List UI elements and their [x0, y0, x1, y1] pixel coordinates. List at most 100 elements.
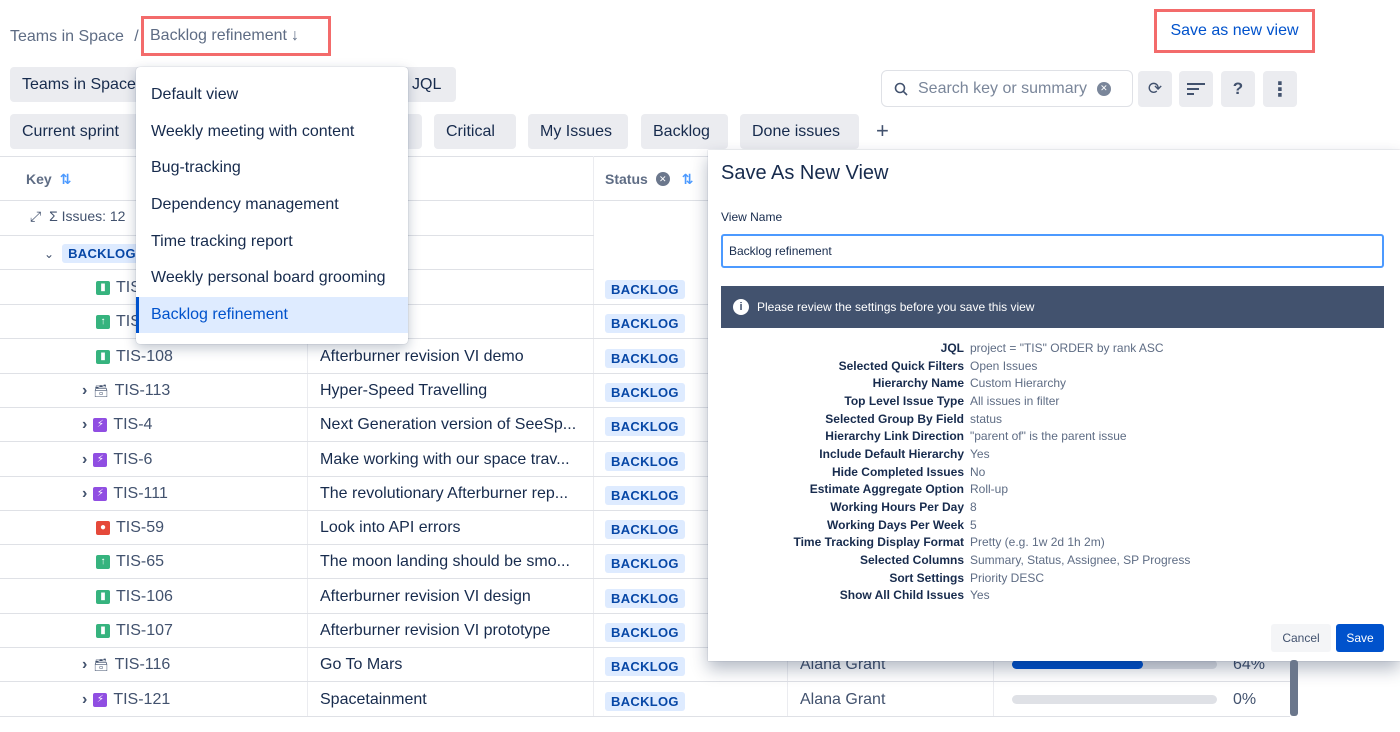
- issue-key-label: TIS-111: [113, 484, 168, 502]
- group-row-backlog[interactable]: ⌄ BACKLOG: [44, 244, 142, 263]
- setting-value: Pretty (e.g. 1w 2d 1h 2m): [970, 535, 1105, 550]
- setting-key: Hierarchy Link Direction: [825, 429, 964, 444]
- chevron-down-icon[interactable]: ⌄: [44, 247, 54, 261]
- issue-key[interactable]: › 🗃 TIS-116: [82, 656, 170, 674]
- status-badge: BACKLOG: [605, 691, 685, 711]
- sort-icon[interactable]: ⇅: [682, 171, 694, 188]
- chevron-right-icon[interactable]: ›: [82, 691, 87, 709]
- breadcrumb-root[interactable]: Teams in Space: [10, 28, 124, 45]
- quick-filter-backlog[interactable]: Backlog: [641, 114, 728, 149]
- column-header-key[interactable]: Key ⇅: [26, 158, 71, 200]
- issue-summary[interactable]: The moon landing should be smo...: [320, 553, 570, 571]
- epic-icon: ⚡: [93, 692, 108, 707]
- view-option-default[interactable]: Default view: [136, 77, 408, 113]
- issue-key[interactable]: ↑ TIS-65: [96, 553, 164, 571]
- expand-all-icon[interactable]: ⤢: [30, 208, 41, 224]
- issue-summary[interactable]: Hyper-Speed Travelling: [320, 382, 487, 400]
- scrollbar[interactable]: [1290, 660, 1298, 716]
- issue-key[interactable]: ▮ TIS-106: [96, 588, 173, 606]
- group-badge: BACKLOG: [62, 244, 142, 263]
- chevron-right-icon[interactable]: ›: [82, 485, 87, 503]
- issue-summary[interactable]: Spacetainment: [320, 691, 427, 709]
- view-option-dependency-management[interactable]: Dependency management: [136, 187, 408, 223]
- progress-bar: [1012, 660, 1217, 670]
- table-row[interactable]: ● TIS-59 Look into API errors BACKLOG: [0, 510, 710, 546]
- status-badge: BACKLOG: [605, 588, 685, 608]
- issue-summary[interactable]: Afterburner revision VI demo: [320, 348, 524, 366]
- issue-key[interactable]: ● TIS-59: [96, 519, 164, 537]
- issue-key-label: TIS-59: [116, 519, 165, 537]
- view-option-bug-tracking[interactable]: Bug-tracking: [136, 150, 408, 186]
- setting-row: JQL project = "TIS" ORDER by rank ASC: [721, 339, 1384, 357]
- issue-key[interactable]: › ⚡ TIS-111: [82, 485, 168, 503]
- more-options-button[interactable]: ⋮: [1263, 71, 1297, 107]
- info-icon: i: [733, 299, 749, 315]
- issue-summary[interactable]: Look into API errors: [320, 519, 461, 537]
- quick-filter-critical[interactable]: Critical: [434, 114, 516, 149]
- issue-summary[interactable]: Afterburner revision VI prototype: [320, 622, 550, 640]
- jql-pill[interactable]: JQL: [400, 67, 456, 102]
- table-row[interactable]: › ⚡ TIS-6 Make working with our space trav.…: [0, 442, 710, 477]
- issue-key[interactable]: ▮ TIS: [96, 279, 141, 297]
- quick-filter-label: Backlog: [653, 122, 710, 140]
- status-badge: BACKLOG: [605, 520, 685, 540]
- quick-filter-my-issues[interactable]: My Issues: [528, 114, 628, 149]
- cancel-button[interactable]: Cancel: [1271, 624, 1331, 652]
- sort-icon[interactable]: ⇅: [60, 171, 72, 188]
- view-option-time-tracking[interactable]: Time tracking report: [136, 224, 408, 260]
- table-row[interactable]: ↑ TIS-65 The moon landing should be smo...…: [0, 544, 710, 580]
- setting-key: JQL: [940, 340, 964, 355]
- issue-summary[interactable]: Next Generation version of SeeSp...: [320, 416, 576, 434]
- table-row[interactable]: ▮ TIS-106 Afterburner revision VI design BA…: [0, 579, 710, 614]
- view-option-weekly-meeting[interactable]: Weekly meeting with content: [136, 114, 408, 150]
- setting-row: Show All Child Issues Yes: [721, 587, 1384, 605]
- setting-key: Working Days Per Week: [827, 517, 964, 532]
- clear-search-icon[interactable]: ✕: [1096, 81, 1111, 96]
- chevron-right-icon[interactable]: ›: [82, 656, 87, 674]
- chevron-right-icon[interactable]: ›: [82, 382, 87, 400]
- save-as-new-view-button[interactable]: Save as new view: [1154, 9, 1315, 53]
- issue-key[interactable]: ▮ TIS-108: [96, 348, 173, 366]
- quick-filter-label: Current sprint: [22, 122, 119, 140]
- add-filter-icon[interactable]: +: [876, 118, 889, 144]
- table-row[interactable]: › ⚡ TIS-111 The revolutionary Afterburner r…: [0, 476, 710, 511]
- view-option-backlog-refinement[interactable]: Backlog refinement: [136, 297, 408, 333]
- sort-icon[interactable]: [1179, 71, 1213, 107]
- chevron-right-icon[interactable]: ›: [82, 451, 87, 469]
- issue-key-label: TIS-6: [113, 450, 153, 468]
- table-row[interactable]: › ⚡ TIS-4 Next Generation version of SeeSp.…: [0, 407, 710, 443]
- issue-key[interactable]: › ⚡ TIS-6: [82, 451, 152, 469]
- table-row[interactable]: ▮ TIS-107 Afterburner revision VI prototyp…: [0, 613, 710, 648]
- issue-summary[interactable]: Go To Mars: [320, 656, 402, 674]
- help-button[interactable]: ?: [1221, 71, 1255, 107]
- quick-filter-current-sprint[interactable]: Current sprint: [10, 114, 140, 149]
- issue-key[interactable]: › ⚡ TIS-121: [82, 691, 170, 709]
- view-name-input[interactable]: Backlog refinement: [721, 234, 1384, 268]
- setting-row: Working Hours Per Day 8: [721, 498, 1384, 516]
- issue-key[interactable]: ▮ TIS-107: [96, 622, 173, 640]
- issue-summary[interactable]: Make working with our space trav...: [320, 451, 570, 469]
- column-header-status[interactable]: Status ✕ ⇅: [605, 158, 694, 200]
- issue-key[interactable]: › ⚡ TIS-4: [82, 416, 152, 434]
- table-row[interactable]: › 🗃 TIS-113 Hyper-Speed Travelling BACKLOG: [0, 373, 710, 408]
- story-icon: ▮: [96, 281, 110, 295]
- setting-row: Top Level Issue Type All issues in filter: [721, 392, 1384, 410]
- issues-count-label: Σ Issues: 12: [49, 208, 126, 224]
- view-option-weekly-personal[interactable]: Weekly personal board grooming: [136, 260, 408, 296]
- issue-summary[interactable]: The revolutionary Afterburner rep...: [320, 485, 568, 503]
- setting-value: project = "TIS" ORDER by rank ASC: [970, 340, 1164, 355]
- remove-column-icon[interactable]: ✕: [655, 172, 670, 186]
- search-input[interactable]: Search key or summary ✕: [881, 70, 1133, 107]
- save-button[interactable]: Save: [1336, 624, 1384, 652]
- issue-summary[interactable]: Afterburner revision VI design: [320, 588, 531, 606]
- setting-value: status: [970, 411, 1003, 426]
- issue-key[interactable]: ↑ TIS: [96, 313, 141, 331]
- table-row[interactable]: › ⚡ TIS-121 Spacetainment BACKLOG Alana Grant…: [0, 682, 1290, 717]
- quick-filter-done-issues[interactable]: Done issues: [740, 114, 859, 149]
- refresh-icon[interactable]: ⟳: [1138, 71, 1172, 107]
- chevron-right-icon[interactable]: ›: [82, 416, 87, 434]
- view-selector-label: Backlog refinement: [150, 27, 287, 44]
- progress-bar: [1012, 694, 1217, 704]
- view-selector[interactable]: Backlog refinement ↓: [141, 16, 331, 56]
- issue-key[interactable]: › 🗃 TIS-113: [82, 382, 170, 400]
